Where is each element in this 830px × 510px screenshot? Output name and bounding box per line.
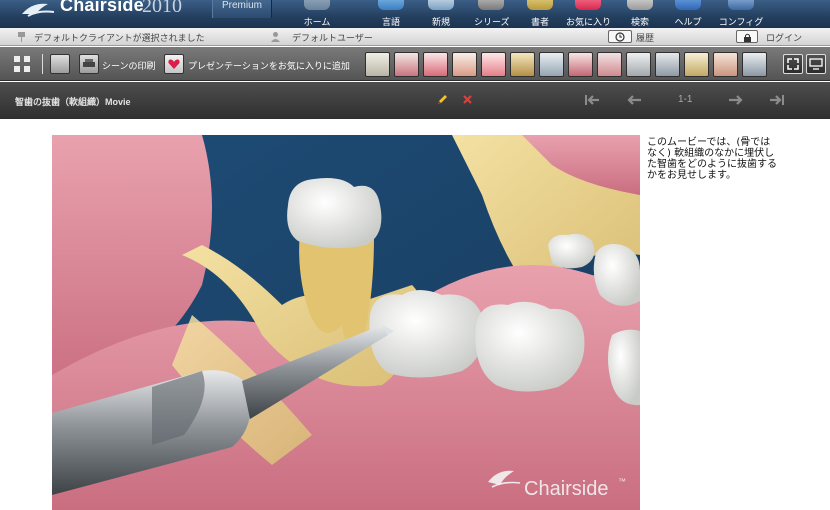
film-icon	[478, 0, 504, 10]
nav-notes-button[interactable]: 書者	[522, 0, 558, 28]
scene-thumb-7[interactable]	[539, 52, 564, 77]
user-status: デフォルトユーザー	[292, 33, 373, 43]
prev-page-icon[interactable]	[626, 94, 642, 106]
brand-year: 2010	[142, 0, 182, 17]
scene-thumb-6[interactable]	[510, 52, 535, 77]
help-icon	[675, 0, 701, 10]
fullscreen-icon	[787, 58, 799, 70]
toolbar: シーンの印刷 プレゼンテーションをお気に入りに追加	[0, 47, 830, 81]
scene-thumb-13[interactable]	[713, 52, 738, 77]
scene-thumb-9[interactable]	[597, 52, 622, 77]
nav-favorites-label: お気に入り	[566, 17, 612, 27]
scene-thumb-1[interactable]	[365, 52, 390, 77]
login-label[interactable]: ログイン	[766, 31, 802, 44]
globe-icon	[378, 0, 404, 10]
fullscreen-button[interactable]	[783, 54, 803, 74]
chair-logo-icon	[22, 3, 55, 17]
print-scene-label[interactable]: シーンの印刷	[102, 59, 156, 72]
pen-icon	[527, 0, 553, 10]
new-document-icon	[428, 0, 454, 10]
client-status: デフォルトクライアントが選択されました	[34, 33, 205, 43]
scene-thumb-4[interactable]	[452, 52, 477, 77]
screen-icon	[809, 58, 823, 70]
nav-search-button[interactable]: 検索	[622, 0, 658, 28]
history-label[interactable]: 履歴	[636, 31, 654, 44]
nav-notes-label: 書者	[530, 17, 549, 27]
dental-extraction-illustration: Chairside ™	[52, 135, 640, 510]
scene-thumb-3[interactable]	[423, 52, 448, 77]
edition-badge: Premium	[212, 0, 272, 18]
nav-series-label: シリーズ	[474, 17, 510, 27]
first-page-icon[interactable]	[584, 94, 600, 106]
nav-config-label: コンフィグ	[718, 17, 764, 27]
present-button[interactable]	[806, 54, 826, 74]
movie-player[interactable]: Chairside ™	[52, 135, 640, 510]
scene-thumb-10[interactable]	[626, 52, 651, 77]
add-favorite-button[interactable]	[164, 54, 184, 74]
brand: Chairside 2010	[0, 0, 212, 28]
login-button[interactable]	[736, 30, 758, 43]
next-page-icon[interactable]	[728, 94, 744, 106]
printer-icon	[83, 59, 95, 67]
scene-thumb-14[interactable]	[742, 52, 767, 77]
home-icon	[304, 0, 330, 10]
gear-icon	[728, 0, 754, 10]
app-window: Chairside 2010 Premium ホーム 言語 新規 シリーズ 書者…	[0, 0, 830, 510]
nav-language-label: 言語	[381, 17, 400, 27]
heart-icon	[575, 0, 601, 10]
notes-view-button[interactable]	[50, 54, 70, 74]
scene-title-bar: 智歯の抜歯（軟組織）Movie 1-1	[0, 82, 830, 119]
nav-series-button[interactable]: シリーズ	[474, 0, 510, 28]
print-button[interactable]	[79, 54, 99, 74]
nav-new-button[interactable]: 新規	[424, 0, 458, 28]
last-page-icon[interactable]	[769, 94, 785, 106]
watermark-text: Chairside	[524, 478, 608, 500]
nav-help-label: ヘルプ	[674, 17, 702, 27]
top-nav-bar: Chairside 2010 Premium ホーム 言語 新規 シリーズ 書者…	[0, 0, 830, 28]
edit-pencil-icon[interactable]	[436, 94, 448, 106]
add-favorite-label[interactable]: プレゼンテーションをお気に入りに追加	[188, 59, 350, 72]
pin-icon	[18, 32, 25, 42]
search-icon	[627, 0, 653, 10]
nav-help-button[interactable]: ヘルプ	[670, 0, 706, 28]
status-bar: デフォルトクライアントが選択されました デフォルトユーザー 履歴 ログイン	[0, 28, 830, 46]
scene-thumb-12[interactable]	[684, 52, 709, 77]
clock-icon	[615, 32, 625, 42]
scene-thumb-2[interactable]	[394, 52, 419, 77]
scene-title: 智歯の抜歯（軟組織）Movie	[15, 97, 131, 107]
toolbar-divider	[42, 54, 43, 74]
nav-new-label: 新規	[431, 17, 450, 27]
nav-favorites-button[interactable]: お気に入り	[566, 0, 612, 28]
delete-icon[interactable]	[462, 94, 473, 105]
watermark-trademark: ™	[618, 477, 626, 486]
grid-view-icon[interactable]	[12, 54, 32, 74]
heart-icon	[168, 59, 180, 69]
nav-search-label: 検索	[630, 17, 649, 27]
nav-config-button[interactable]: コンフィグ	[718, 0, 764, 28]
lock-icon	[744, 33, 751, 42]
scene-thumb-5[interactable]	[481, 52, 506, 77]
nav-language-button[interactable]: 言語	[374, 0, 408, 28]
page-indicator: 1-1	[678, 94, 693, 105]
history-button[interactable]	[608, 30, 632, 43]
nav-home-label: ホーム	[303, 17, 331, 27]
scene-description: このムービーでは、(骨ではなく) 軟組織のなかに埋伏した智歯をどのように抜歯する…	[647, 137, 777, 181]
user-icon	[271, 32, 280, 42]
scene-thumb-8[interactable]	[568, 52, 593, 77]
scene-thumb-11[interactable]	[655, 52, 680, 77]
brand-name: Chairside	[60, 0, 144, 15]
content-area: Chairside ™ このムービーでは、(骨ではなく) 軟組織のなかに埋伏した…	[0, 119, 830, 510]
nav-home-button[interactable]: ホーム	[296, 0, 338, 28]
